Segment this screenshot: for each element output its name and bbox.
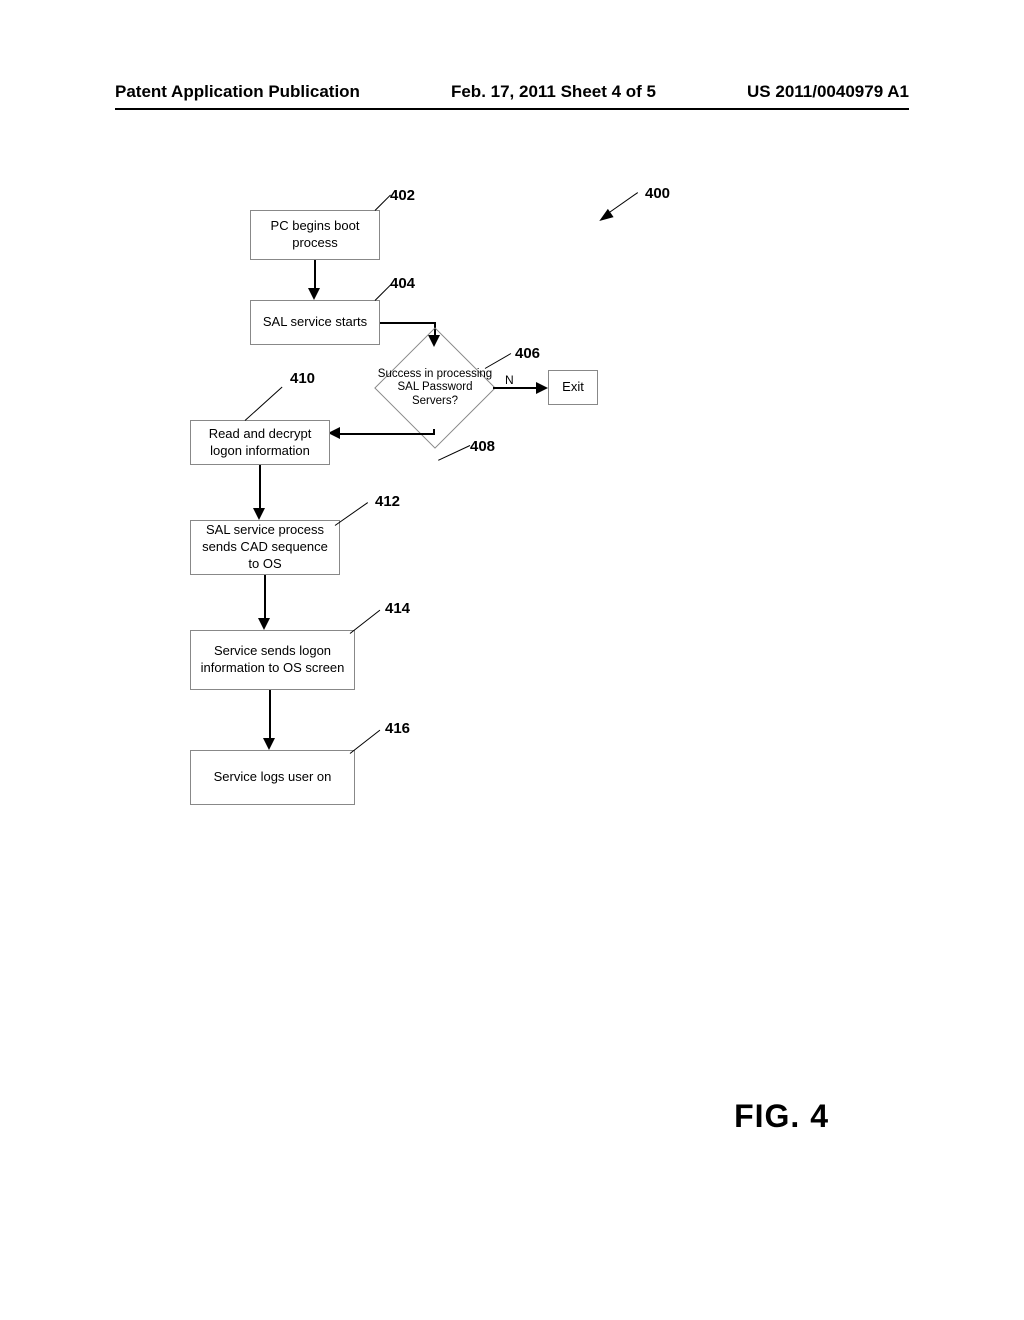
flowchart: PC begins boot process 402 400 SAL servi… — [170, 175, 870, 895]
box-text: SAL service process sends CAD sequence t… — [197, 522, 333, 573]
arrow-line — [493, 387, 538, 389]
arrow-line — [269, 690, 271, 740]
arrow-head — [253, 508, 265, 520]
box-send-logon: Service sends logon information to OS sc… — [190, 630, 355, 690]
box-text: PC begins boot process — [257, 218, 373, 252]
decision-sal-password: Success in processing SAL Password Serve… — [375, 343, 495, 433]
ref-416: 416 — [385, 720, 410, 737]
ref-412: 412 — [375, 493, 400, 510]
ref-404: 404 — [390, 275, 415, 292]
box-pc-boot: PC begins boot process — [250, 210, 380, 260]
leader-412 — [335, 502, 368, 526]
arrow-line — [314, 260, 316, 290]
box-text: Exit — [562, 379, 584, 396]
box-text: SAL service starts — [263, 314, 367, 331]
header-left: Patent Application Publication — [115, 82, 360, 102]
arrow-head — [263, 738, 275, 750]
box-text: Service sends logon information to OS sc… — [197, 643, 348, 677]
ref-406: 406 — [515, 345, 540, 362]
edge-n: N — [505, 373, 514, 387]
box-sal-starts: SAL service starts — [250, 300, 380, 345]
arrow-line — [264, 575, 266, 620]
ref-402: 402 — [390, 187, 415, 204]
leader-402 — [375, 195, 391, 211]
box-exit: Exit — [548, 370, 598, 405]
page-header: Patent Application Publication Feb. 17, … — [115, 82, 909, 102]
arrow-line — [259, 465, 261, 510]
diamond-text: Success in processing SAL Password Serve… — [375, 368, 495, 408]
box-read-decrypt: Read and decrypt logon information — [190, 420, 330, 465]
box-logs-on: Service logs user on — [190, 750, 355, 805]
header-right: US 2011/0040979 A1 — [747, 82, 909, 102]
ref-400: 400 — [645, 185, 670, 202]
ref-414: 414 — [385, 600, 410, 617]
leader-410 — [245, 387, 283, 421]
header-rule — [115, 108, 909, 110]
box-text: Read and decrypt logon information — [197, 426, 323, 460]
box-send-cad: SAL service process sends CAD sequence t… — [190, 520, 340, 575]
arrow-line — [338, 433, 380, 435]
leader-404 — [375, 285, 391, 301]
leader-414 — [350, 610, 381, 634]
arrow-line — [380, 322, 435, 324]
ref-410: 410 — [290, 370, 315, 387]
figure-label: FIG. 4 — [734, 1098, 829, 1135]
arrow-line — [378, 433, 435, 435]
arrow-head — [258, 618, 270, 630]
header-center: Feb. 17, 2011 Sheet 4 of 5 — [451, 82, 656, 102]
ref-408: 408 — [470, 438, 495, 455]
leader-416 — [350, 730, 381, 754]
arrow-head — [536, 382, 548, 394]
leader-408 — [438, 445, 470, 461]
arrow-head — [308, 288, 320, 300]
box-text: Service logs user on — [214, 769, 332, 786]
